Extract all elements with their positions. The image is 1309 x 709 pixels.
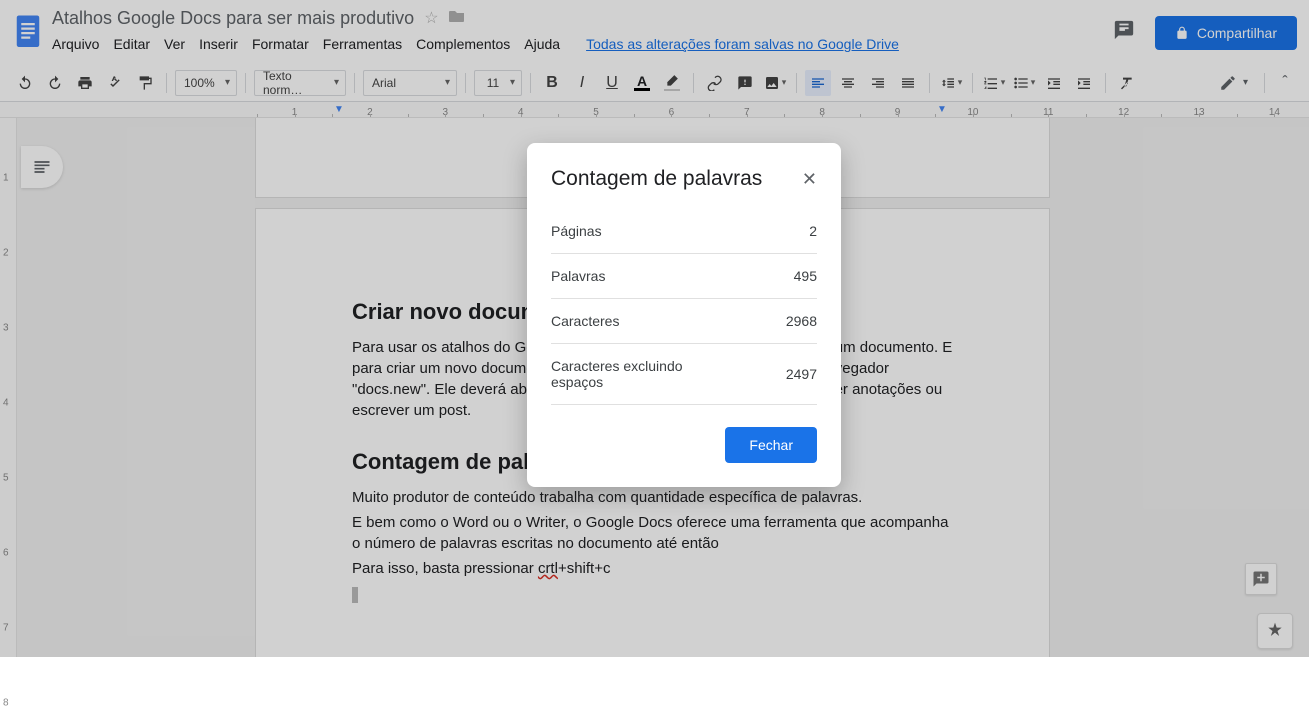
- text-cursor: [352, 587, 358, 603]
- pencil-icon: [1219, 74, 1237, 92]
- toolbar: 100% Texto norm… Arial 11 B I U A ˆ: [0, 64, 1309, 102]
- dialog-title: Contagem de palavras: [551, 167, 762, 191]
- increase-indent-button[interactable]: [1071, 70, 1097, 96]
- editing-mode-button[interactable]: [1211, 74, 1256, 92]
- paragraph-2a: Muito produtor de conteúdo trabalha com …: [352, 487, 953, 508]
- zoom-select[interactable]: 100%: [175, 70, 237, 96]
- menu-formatar[interactable]: Formatar: [252, 36, 309, 52]
- spellcheck-button[interactable]: [102, 70, 128, 96]
- document-outline-button[interactable]: [21, 146, 63, 188]
- stat-row-pages: Páginas 2: [551, 209, 817, 254]
- menubar: Arquivo Editar Ver Inserir Formatar Ferr…: [52, 36, 899, 52]
- lock-icon: [1175, 26, 1189, 40]
- paragraph-style-select[interactable]: Texto norm…: [254, 70, 346, 96]
- horizontal-ruler[interactable]: 123456789101112131415161718 ▼ ▼: [0, 102, 1309, 118]
- comments-icon[interactable]: [1113, 19, 1135, 47]
- align-right-button[interactable]: [865, 70, 891, 96]
- font-select[interactable]: Arial: [363, 70, 457, 96]
- dialog-close-icon[interactable]: ✕: [802, 170, 817, 188]
- share-button-label: Compartilhar: [1197, 25, 1277, 41]
- star-icon[interactable]: ☆: [424, 8, 438, 28]
- menu-ajuda[interactable]: Ajuda: [524, 36, 560, 52]
- stat-row-words: Palavras 495: [551, 254, 817, 299]
- text-color-button[interactable]: A: [629, 70, 655, 96]
- align-justify-button[interactable]: [895, 70, 921, 96]
- word-count-dialog: Contagem de palavras ✕ Páginas 2 Palavra…: [527, 143, 841, 487]
- decrease-indent-button[interactable]: [1041, 70, 1067, 96]
- docs-logo-icon[interactable]: [8, 6, 48, 58]
- move-folder-icon[interactable]: [449, 9, 465, 28]
- collapse-toolbar-button[interactable]: ˆ: [1273, 71, 1297, 95]
- menu-inserir[interactable]: Inserir: [199, 36, 238, 52]
- vertical-ruler[interactable]: 12345678: [0, 118, 17, 657]
- menu-ferramentas[interactable]: Ferramentas: [323, 36, 402, 52]
- undo-button[interactable]: [12, 70, 38, 96]
- align-center-button[interactable]: [835, 70, 861, 96]
- paragraph-2c: Para isso, basta pressionar crtl+shift+c: [352, 558, 953, 579]
- font-size-select[interactable]: 11: [474, 70, 522, 96]
- align-left-button[interactable]: [805, 70, 831, 96]
- stat-row-chars-nospace: Caracteres excluindo espaços 2497: [551, 344, 817, 405]
- clear-formatting-button[interactable]: [1114, 70, 1140, 96]
- line-spacing-button[interactable]: [938, 70, 964, 96]
- document-title[interactable]: Atalhos Google Docs para ser mais produt…: [52, 8, 414, 29]
- italic-button[interactable]: I: [569, 70, 595, 96]
- share-button[interactable]: Compartilhar: [1155, 16, 1297, 50]
- paint-format-button[interactable]: [132, 70, 158, 96]
- header-right: Compartilhar: [1113, 16, 1297, 50]
- menu-ver[interactable]: Ver: [164, 36, 185, 52]
- menu-complementos[interactable]: Complementos: [416, 36, 510, 52]
- highlight-color-button[interactable]: [659, 70, 685, 96]
- print-button[interactable]: [72, 70, 98, 96]
- app-header: Atalhos Google Docs para ser mais produt…: [0, 0, 1309, 64]
- paragraph-2b: E bem como o Word ou o Writer, o Google …: [352, 512, 953, 554]
- menu-editar[interactable]: Editar: [113, 36, 150, 52]
- insert-link-button[interactable]: [702, 70, 728, 96]
- numbered-list-button[interactable]: [981, 70, 1007, 96]
- bulleted-list-button[interactable]: [1011, 70, 1037, 96]
- menu-arquivo[interactable]: Arquivo: [52, 36, 99, 52]
- title-area: Atalhos Google Docs para ser mais produt…: [52, 6, 899, 52]
- stat-row-chars: Caracteres 2968: [551, 299, 817, 344]
- explore-fab[interactable]: [1257, 613, 1293, 649]
- dialog-close-button[interactable]: Fechar: [725, 427, 817, 463]
- add-comment-fab[interactable]: [1245, 563, 1277, 595]
- redo-button[interactable]: [42, 70, 68, 96]
- bold-button[interactable]: B: [539, 70, 565, 96]
- right-indent-marker-icon[interactable]: ▼: [937, 104, 947, 115]
- insert-comment-button[interactable]: [732, 70, 758, 96]
- insert-image-button[interactable]: [762, 70, 788, 96]
- underline-button[interactable]: U: [599, 70, 625, 96]
- drive-save-status[interactable]: Todas as alterações foram salvas no Goog…: [586, 36, 899, 52]
- indent-marker-icon[interactable]: ▼: [334, 104, 344, 115]
